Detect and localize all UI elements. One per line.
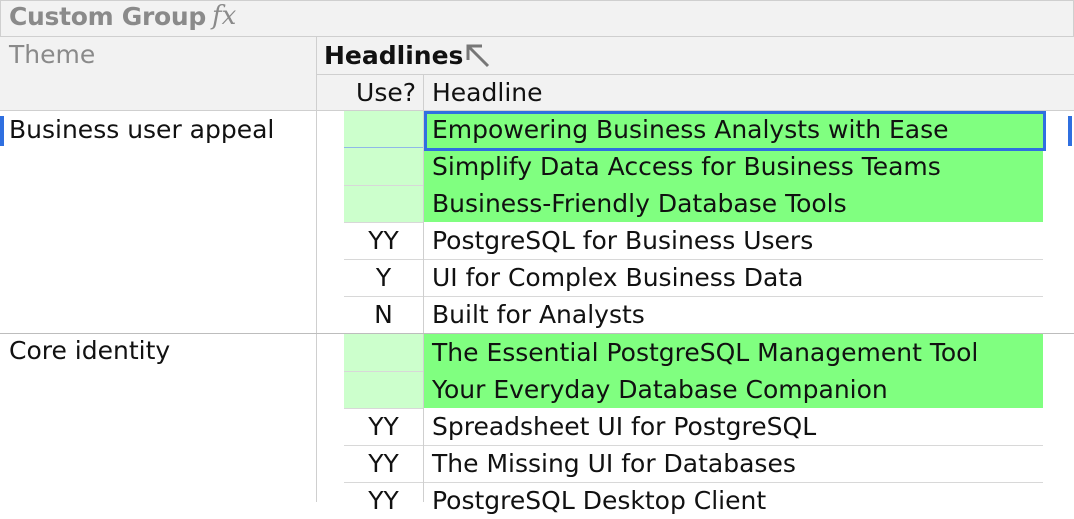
theme-cell[interactable]: Core identity: [9, 336, 170, 365]
row-divider: [344, 147, 423, 148]
row-divider: [344, 185, 423, 186]
row-divider: [424, 445, 1043, 446]
theme-column-header[interactable]: Theme: [9, 40, 95, 69]
group-title[interactable]: Custom Group: [9, 2, 206, 31]
use-cell[interactable]: [344, 185, 423, 222]
subheader-divider: [316, 74, 1074, 75]
formula-icon[interactable]: fx: [212, 1, 236, 31]
row-divider: [424, 296, 1043, 297]
row-divider: [344, 445, 423, 446]
use-cell[interactable]: YY: [344, 408, 423, 445]
use-cell[interactable]: [344, 371, 423, 408]
headline-cell[interactable]: The Missing UI for Databases: [424, 445, 1043, 482]
row-divider: [344, 259, 423, 260]
row-divider: [344, 408, 423, 409]
headline-cell[interactable]: The Essential PostgreSQL Management Tool: [424, 334, 1043, 371]
use-cell[interactable]: [344, 148, 423, 185]
row-divider: [344, 296, 423, 297]
headlines-column-header[interactable]: Headlines: [324, 41, 463, 70]
row-divider: [424, 259, 1043, 260]
theme-divider: [316, 37, 317, 502]
headline-cell[interactable]: Business-Friendly Database Tools: [424, 185, 1043, 222]
use-cell[interactable]: YY: [344, 222, 423, 259]
use-cell[interactable]: [344, 334, 423, 371]
use-column-header[interactable]: Use?: [344, 78, 416, 107]
row-selection-marker: [0, 116, 4, 146]
headline-cell[interactable]: Simplify Data Access for Business Teams: [424, 148, 1043, 185]
headline-cell[interactable]: Spreadsheet UI for PostgreSQL: [424, 408, 1043, 445]
row-divider: [424, 482, 1043, 483]
headline-cell[interactable]: Built for Analysts: [424, 296, 1043, 333]
headline-cell[interactable]: PostgreSQL Desktop Client: [424, 482, 1043, 519]
use-cell[interactable]: [344, 111, 423, 148]
row-divider: [344, 222, 423, 223]
row-selection-marker: [1068, 116, 1072, 146]
theme-cell[interactable]: Business user appeal: [9, 115, 274, 144]
headline-cell[interactable]: UI for Complex Business Data: [424, 259, 1043, 296]
collapse-arrow-icon[interactable]: [464, 42, 494, 72]
use-cell[interactable]: YY: [344, 482, 423, 519]
use-cell[interactable]: Y: [344, 259, 423, 296]
headline-cell[interactable]: PostgreSQL for Business Users: [424, 222, 1043, 259]
selected-cell-outline[interactable]: [424, 111, 1046, 151]
headline-cell[interactable]: Your Everyday Database Companion: [424, 371, 1043, 408]
row-divider: [344, 371, 423, 372]
use-cell[interactable]: N: [344, 296, 423, 333]
headline-column-header[interactable]: Headline: [432, 78, 543, 107]
row-divider: [344, 482, 423, 483]
use-cell[interactable]: YY: [344, 445, 423, 482]
